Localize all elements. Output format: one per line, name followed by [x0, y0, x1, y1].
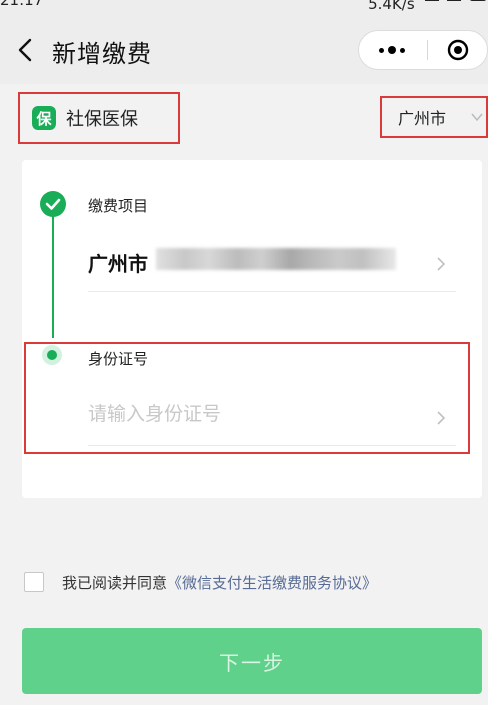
next-step-button[interactable]: 下一步 — [22, 628, 482, 694]
service-type: 保 社保医保 — [18, 92, 180, 144]
status-icons: 5.4K/s — [368, 0, 486, 13]
capsule-divider — [427, 40, 428, 60]
more-dot-icon — [400, 47, 405, 53]
chevron-down-icon — [471, 113, 483, 122]
city-selector[interactable]: 广州市 — [380, 96, 488, 138]
payment-item-value: 广州市 — [88, 252, 148, 276]
check-circle-icon — [40, 191, 66, 217]
step-connector — [52, 216, 54, 338]
agreement-link[interactable]: 《微信支付生活缴费服务协议》 — [167, 572, 377, 593]
status-bar: 21:17 5.4K/s — [0, 0, 488, 14]
mini-program-capsule — [358, 30, 488, 70]
payment-item-label: 缴费项目 — [88, 197, 149, 215]
chevron-right-icon — [437, 257, 446, 271]
more-dot-icon — [379, 47, 384, 53]
service-label: 社保医保 — [66, 109, 138, 130]
network-speed: 5.4K/s — [368, 0, 415, 13]
payment-item-row[interactable]: 广州市 — [88, 230, 456, 292]
agreement-text: 我已阅读并同意 — [62, 573, 168, 592]
close-target-icon[interactable] — [447, 39, 469, 61]
agreement-row: 我已阅读并同意 《微信支付生活缴费服务协议》 — [24, 570, 377, 594]
social-insurance-icon: 保 — [32, 106, 56, 130]
redacted-text — [156, 248, 396, 270]
battery-icon — [470, 0, 486, 1]
city-label: 广州市 — [398, 109, 447, 128]
signal-icon-2 — [447, 0, 462, 1]
more-button[interactable] — [359, 31, 425, 69]
signal-icon — [425, 0, 440, 1]
highlight-id-box — [24, 342, 470, 454]
agreement-checkbox[interactable] — [24, 572, 44, 592]
nav-bar: 新增缴费 — [0, 14, 488, 84]
status-time: 21:17 — [0, 0, 44, 9]
more-dot-icon — [388, 46, 396, 54]
page-title: 新增缴费 — [52, 40, 152, 68]
back-arrow-icon[interactable] — [16, 38, 34, 62]
